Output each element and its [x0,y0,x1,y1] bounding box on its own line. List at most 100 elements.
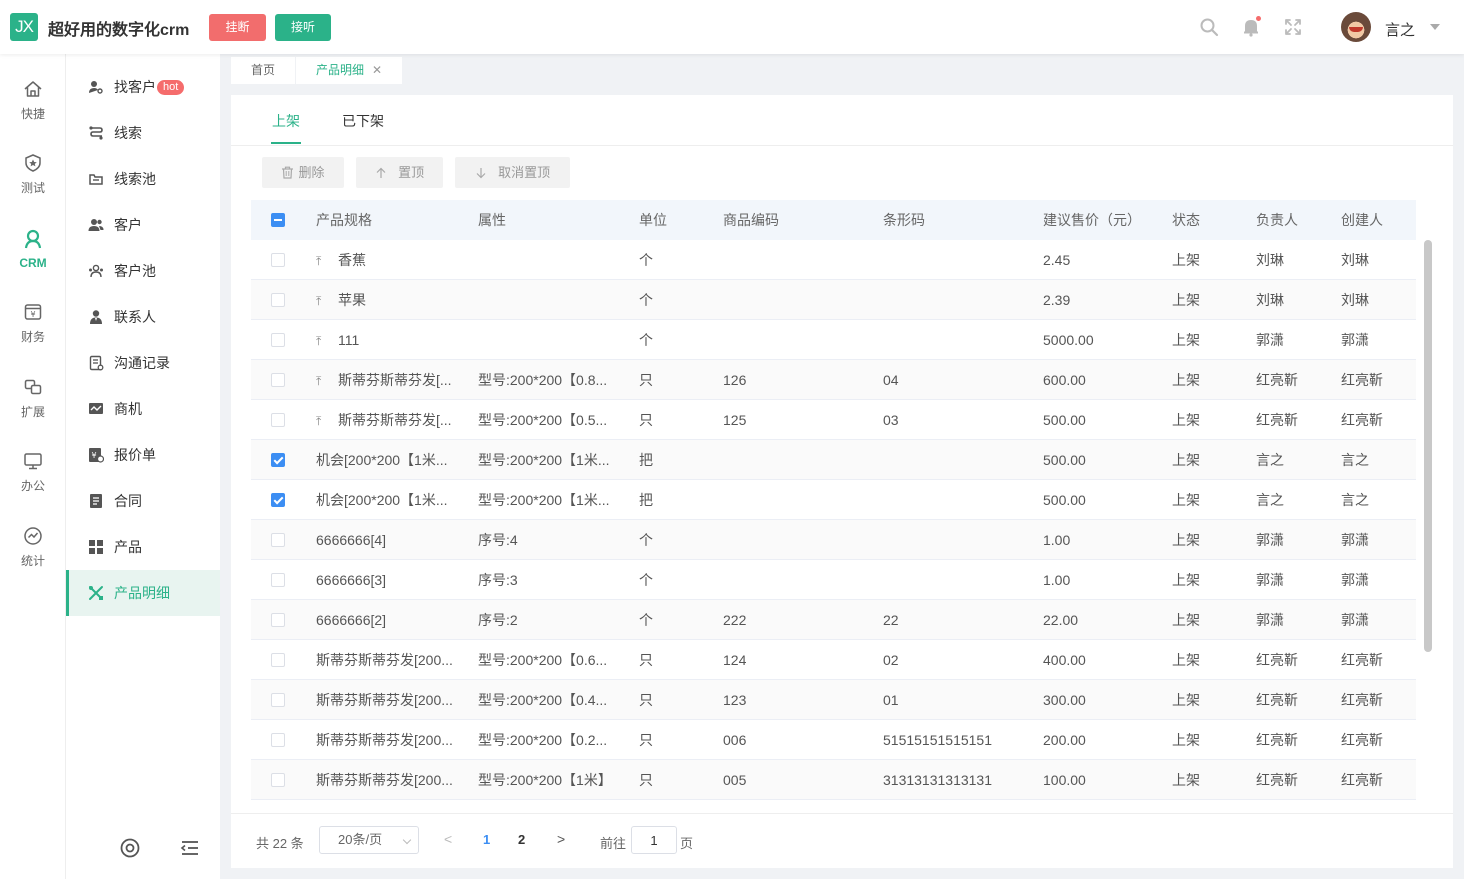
rail-item-shortcut[interactable]: 快捷 [0,79,66,139]
settings-circle-icon[interactable] [120,838,140,858]
cell-text: 111 [338,332,360,348]
home-icon [24,81,42,97]
rail-item-label: 财务 [20,330,45,344]
row-checkbox[interactable] [271,493,285,507]
submenu-item-customer-pool[interactable]: 客户池 [66,248,220,294]
row-checkbox[interactable] [271,733,285,747]
submenu-item-opportunities[interactable]: 商机 [66,386,220,432]
row-checkbox[interactable] [271,293,285,307]
submenu-item-product-detail[interactable]: 产品明细 [66,570,220,616]
column-header[interactable]: 负责人 [1256,200,1298,240]
cell-text: 005 [723,772,747,788]
table-row[interactable]: 斯蒂芬斯蒂芬发[200... 型号:200*200【0.2... 只 006 51515… [251,720,1416,760]
submenu-item-communication[interactable]: 沟通记录 [66,340,220,386]
cell-text: 言之 [1256,492,1284,508]
search-icon[interactable] [1199,17,1219,37]
rail-item-stats[interactable]: 统计 [0,526,66,586]
submenu-item-find-customer[interactable]: 找客户 hot [66,64,220,110]
cell-price: 2.45 [1043,240,1163,280]
username[interactable]: 言之 [1385,19,1415,40]
row-checkbox[interactable] [271,413,285,427]
page-1[interactable]: 1 [483,832,490,847]
row-checkbox[interactable] [271,373,285,387]
row-checkbox[interactable] [271,693,285,707]
hang-up-button[interactable]: 挂断 [209,14,266,41]
cell-text: 124 [723,652,747,668]
cell-text: 郭潇 [1341,532,1369,548]
table-row[interactable]: 机会[200*200【1米... 型号:200*200【1米... 把 500.00 上… [251,480,1416,520]
table-row[interactable]: 斯蒂芬斯蒂芬发[200... 型号:200*200【1米】 只 005 31313131… [251,760,1416,800]
column-header[interactable]: 创建人 [1341,200,1383,240]
rail-item-label: 办公 [20,479,45,493]
page-size-select[interactable]: 20条/页 [319,826,419,854]
row-checkbox[interactable] [271,573,285,587]
table-row[interactable]: 斯蒂芬斯蒂芬发[200... 型号:200*200【0.6... 只 124 02 400… [251,640,1416,680]
cell-unit: 把 [639,440,709,480]
tab-on-shelf[interactable]: 上架 [272,111,300,131]
select-all-checkbox[interactable] [271,213,285,227]
table-row[interactable]: ⤒ 斯蒂芬斯蒂芬发[... 型号:200*200【0.8... 只 126 04 600.0… [251,360,1416,400]
cell-text: 红亮靳 [1341,372,1383,388]
tab-home[interactable]: 首页 [231,57,296,84]
app-logo[interactable]: JX [10,13,38,41]
table-row[interactable]: ⤒ 香蕉 个 2.45 上架 刘琳 刘琳 [251,240,1416,280]
table-row[interactable]: 机会[200*200【1米... 型号:200*200【1米... 把 500.00 上… [251,440,1416,480]
column-header[interactable]: 商品编码 [723,200,779,240]
delete-button[interactable]: 删除 [262,157,344,188]
row-checkbox[interactable] [271,333,285,347]
table-row[interactable]: ⤒ 斯蒂芬斯蒂芬发[... 型号:200*200【0.5... 只 125 03 500.0… [251,400,1416,440]
column-header[interactable]: 属性 [478,200,506,240]
cell-spec: 6666666[2] [316,600,466,640]
chevron-down-icon[interactable] [1430,24,1440,30]
collapse-menu-icon[interactable] [180,838,200,858]
rail-item-finance[interactable]: ¥ 财务 [0,302,66,362]
cell-owner: 刘琳 [1256,240,1331,280]
row-checkbox[interactable] [271,773,285,787]
submenu-item-quotes[interactable]: ¥ 报价单 [66,432,220,478]
cell-barcode [883,320,1033,360]
unpin-top-button[interactable]: 取消置顶 [455,157,570,188]
rail-item-crm[interactable]: CRM [0,228,66,288]
answer-button[interactable]: 接听 [275,14,331,41]
submenu-item-customers[interactable]: 客户 [66,202,220,248]
column-header[interactable]: 产品规格 [316,200,372,240]
submenu-item-leads[interactable]: 线索 [66,110,220,156]
submenu-item-lead-pool[interactable]: 线索池 [66,156,220,202]
cell-attribute [478,240,628,280]
pin-top-button[interactable]: 置顶 [356,157,443,188]
column-header[interactable]: 状态 [1172,200,1200,240]
row-checkbox[interactable] [271,253,285,267]
cell-barcode [883,240,1033,280]
rail-item-extend[interactable]: 扩展 [0,377,66,437]
prev-page-icon[interactable]: < [444,831,452,847]
goto-page-input[interactable] [631,826,677,854]
rail-item-office[interactable]: 办公 [0,451,66,511]
row-checkbox[interactable] [271,533,285,547]
cell-text: 上架 [1172,292,1200,308]
rail-item-label: CRM [19,256,47,270]
column-header[interactable]: 单位 [639,200,667,240]
submenu-item-contracts[interactable]: 合同 [66,478,220,524]
rail-item-test[interactable]: 测试 [0,153,66,213]
table-scrollbar[interactable] [1424,240,1432,652]
page-2[interactable]: 2 [518,832,525,847]
table-row[interactable]: 6666666[2] 序号:2 个 222 22 22.00 上架 郭潇 郭潇 [251,600,1416,640]
tab-product-detail[interactable]: 产品明细 ✕ [296,57,403,84]
row-checkbox[interactable] [271,653,285,667]
column-header[interactable]: 条形码 [883,200,925,240]
submenu-item-contacts[interactable]: 联系人 [66,294,220,340]
fullscreen-icon[interactable] [1283,17,1303,37]
column-header[interactable]: 建议售价（元） [1043,200,1141,240]
close-icon[interactable]: ✕ [372,63,382,77]
table-row[interactable]: ⤒ 111 个 5000.00 上架 郭潇 郭潇 [251,320,1416,360]
row-checkbox[interactable] [271,453,285,467]
submenu-item-products[interactable]: 产品 [66,524,220,570]
table-row[interactable]: ⤒ 苹果 个 2.39 上架 刘琳 刘琳 [251,280,1416,320]
row-checkbox[interactable] [271,613,285,627]
tab-off-shelf[interactable]: 已下架 [342,111,384,131]
next-page-icon[interactable]: > [557,831,565,847]
table-row[interactable]: 6666666[3] 序号:3 个 1.00 上架 郭潇 郭潇 [251,560,1416,600]
table-row[interactable]: 斯蒂芬斯蒂芬发[200... 型号:200*200【0.4... 只 123 01 300… [251,680,1416,720]
user-avatar[interactable] [1341,12,1371,42]
table-row[interactable]: 6666666[4] 序号:4 个 1.00 上架 郭潇 郭潇 [251,520,1416,560]
